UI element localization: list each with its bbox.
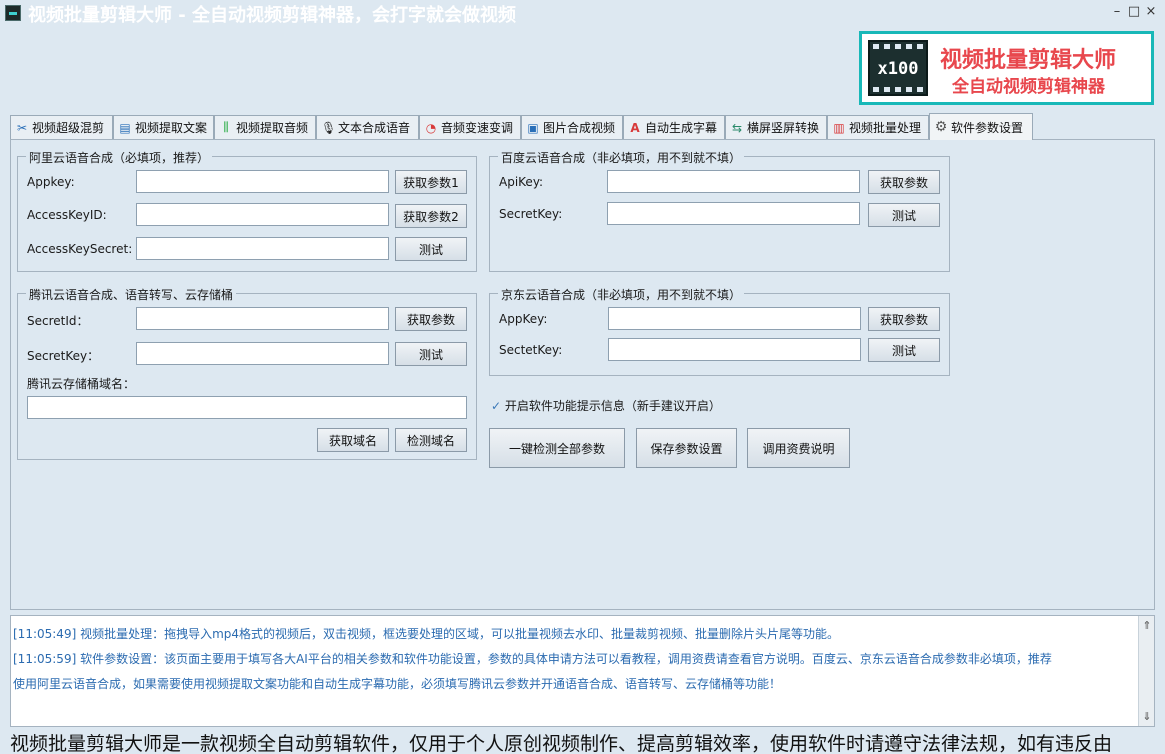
tab-audio-speed[interactable]: ◔ 音频变速变调 — [419, 115, 521, 139]
log-area[interactable]: [11:05:49] 视频批量处理：拖拽导入mp4格式的视频后，双击视频，框选要… — [10, 615, 1155, 727]
film-icon: ▥ — [833, 120, 845, 135]
font-icon: A — [630, 120, 640, 135]
baidu-get-param-button[interactable]: 获取参数 — [868, 170, 940, 194]
tab-auto-subtitles[interactable]: A 自动生成字幕 — [623, 115, 725, 139]
tab-settings[interactable]: ⚙ 软件参数设置 — [929, 113, 1033, 140]
tab-label: 文本合成语音 — [338, 121, 411, 135]
tencent-bucket-input[interactable] — [27, 396, 467, 419]
tab-extract-audio[interactable]: ⫼ 视频提取音频 — [214, 115, 316, 139]
tencent-group: 腾讯云语音合成、语音转写、云存储桶 SecretId： 获取参数 SecretK… — [17, 286, 477, 460]
film-icon: x100 — [868, 40, 928, 96]
logo-title: 视频批量剪辑大师 — [940, 48, 1117, 73]
bucket-label: 腾讯云存储桶域名： — [27, 377, 136, 391]
tab-label: 音频变速变调 — [441, 121, 514, 135]
check-all-button[interactable]: 一键检测全部参数 — [489, 428, 625, 468]
secretkey-label: SecretKey: — [499, 207, 563, 221]
aliyun-group: 阿里云语音合成（必填项，推荐） Appkey: 获取参数1 AccessKeyI… — [17, 149, 477, 272]
marquee-bar: 视频批量剪辑大师是一款视频全自动剪辑软件，仅用于个人原创视频制作、提高剪辑效率，… — [0, 728, 1165, 754]
document-icon: ▤ — [119, 120, 131, 135]
log-line: 使用阿里云语音合成，如果需要使用视频提取文案功能和自动生成字幕功能，必须填写腾讯… — [13, 677, 782, 691]
billing-info-button[interactable]: 调用资费说明 — [747, 428, 850, 468]
sectetkey-label: SectetKey: — [499, 343, 563, 357]
accesskeyid-label: AccessKeyID: — [27, 208, 107, 222]
maximize-button[interactable]: □ — [1127, 4, 1141, 20]
get-param1-button[interactable]: 获取参数1 — [395, 170, 467, 194]
secretkey-label: SecretKey： — [27, 349, 100, 363]
aliyun-accesskeyid-input[interactable] — [136, 203, 389, 226]
jd-get-param-button[interactable]: 获取参数 — [868, 307, 940, 331]
jd-sectetkey-input[interactable] — [608, 338, 861, 361]
tencent-test-button[interactable]: 测试 — [395, 342, 467, 366]
log-line: [11:05:49] 视频批量处理：拖拽导入mp4格式的视频后，双击视频，框选要… — [13, 627, 840, 641]
tab-orientation-convert[interactable]: ⇆ 横屏竖屏转换 — [725, 115, 827, 139]
waveform-icon: ⫼ — [223, 120, 229, 134]
group-title: 阿里云语音合成（必填项，推荐） — [26, 149, 213, 166]
tab-label: 视频提取音频 — [236, 121, 309, 135]
appkey-label: Appkey: — [27, 175, 75, 189]
log-scrollbar[interactable]: ⇑ ⇓ — [1138, 616, 1154, 726]
check-domain-button[interactable]: 检测域名 — [395, 428, 467, 452]
gauge-icon: ◔ — [425, 120, 437, 135]
tab-image-to-video[interactable]: ▣ 图片合成视频 — [521, 115, 623, 139]
brand-logo: x100 视频批量剪辑大师 全自动视频剪辑神器 — [859, 31, 1154, 105]
tip-checkbox[interactable]: ✓ 开启软件功能提示信息（新手建议开启） — [491, 397, 721, 414]
tab-label: 视频提取文案 — [135, 121, 208, 135]
jd-group: 京东云语音合成（非必填项，用不到就不填） AppKey: 获取参数 Sectet… — [489, 286, 950, 376]
microphone-icon: 🎙 — [321, 120, 337, 135]
marquee-text: 视频批量剪辑大师是一款视频全自动剪辑软件，仅用于个人原创视频制作、提高剪辑效率，… — [10, 733, 1113, 754]
group-title: 腾讯云语音合成、语音转写、云存储桶 — [26, 286, 237, 303]
apikey-label: ApiKey: — [499, 175, 544, 189]
scroll-down-icon[interactable]: ⇓ — [1140, 710, 1154, 724]
baidu-test-button[interactable]: 测试 — [868, 203, 940, 227]
scroll-up-icon[interactable]: ⇑ — [1140, 619, 1154, 633]
tencent-get-param-button[interactable]: 获取参数 — [395, 307, 467, 331]
check-icon: ✓ — [491, 399, 502, 413]
tab-label: 自动生成字幕 — [645, 121, 718, 135]
secretid-label: SecretId： — [27, 314, 89, 328]
tab-label: 软件参数设置 — [951, 120, 1024, 135]
tab-extract-text[interactable]: ▤ 视频提取文案 — [113, 115, 214, 139]
aliyun-test-button[interactable]: 测试 — [395, 237, 467, 261]
close-button[interactable]: × — [1144, 4, 1158, 20]
rotate-screen-icon: ⇆ — [731, 120, 743, 135]
baidu-group: 百度云语音合成（非必填项，用不到就不填） ApiKey: 获取参数 Secret… — [489, 149, 950, 272]
get-param2-button[interactable]: 获取参数2 — [395, 204, 467, 228]
group-title: 百度云语音合成（非必填项，用不到就不填） — [498, 149, 745, 166]
window-title: 视频批量剪辑大师 - 全自动视频剪辑神器，会打字就会做视频 — [28, 5, 517, 26]
tab-label: 横屏竖屏转换 — [747, 121, 820, 135]
gear-icon: ⚙ — [934, 119, 948, 135]
tab-video-mix[interactable]: ✂ 视频超级混剪 — [10, 115, 113, 139]
group-title: 京东云语音合成（非必填项，用不到就不填） — [498, 286, 745, 303]
accesskeysecret-label: AccessKeySecret: — [27, 242, 133, 256]
log-line: [11:05:59] 软件参数设置：该页面主要用于填写各大AI平台的相关参数和软… — [13, 652, 1052, 666]
logo-subtitle: 全自动视频剪辑神器 — [952, 77, 1105, 97]
image-icon: ▣ — [527, 120, 539, 135]
aliyun-appkey-input[interactable] — [136, 170, 389, 193]
title-bar: 视频批量剪辑大师 - 全自动视频剪辑神器，会打字就会做视频 – □ × — [0, 0, 1165, 26]
get-domain-button[interactable]: 获取域名 — [317, 428, 389, 452]
aliyun-accesskeysecret-input[interactable] — [136, 237, 389, 260]
jd-test-button[interactable]: 测试 — [868, 338, 940, 362]
app-icon — [5, 5, 21, 21]
save-settings-button[interactable]: 保存参数设置 — [636, 428, 737, 468]
tab-label: 图片合成视频 — [543, 121, 616, 135]
tencent-secretid-input[interactable] — [136, 307, 389, 330]
scissors-icon: ✂ — [16, 120, 28, 135]
tab-label: 视频批量处理 — [849, 121, 922, 135]
tab-batch-process[interactable]: ▥ 视频批量处理 — [827, 115, 929, 139]
jd-appkey-input[interactable] — [608, 307, 861, 330]
tip-checkbox-label: 开启软件功能提示信息（新手建议开启） — [504, 399, 721, 413]
tab-label: 视频超级混剪 — [32, 121, 105, 135]
appkey-label: AppKey: — [499, 312, 548, 326]
baidu-apikey-input[interactable] — [607, 170, 860, 193]
tab-text-to-speech[interactable]: 🎙 文本合成语音 — [316, 115, 419, 139]
tencent-secretkey-input[interactable] — [136, 342, 389, 365]
logo-badge: x100 — [877, 59, 919, 79]
minimize-button[interactable]: – — [1110, 4, 1124, 20]
baidu-secretkey-input[interactable] — [607, 202, 860, 225]
